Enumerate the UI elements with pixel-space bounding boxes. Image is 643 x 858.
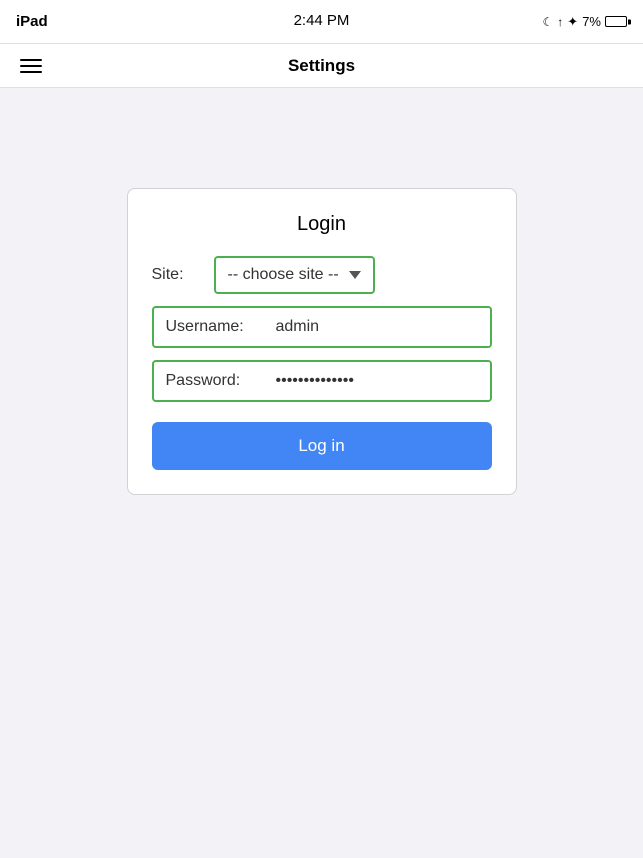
site-label: Site:	[152, 266, 202, 284]
site-select[interactable]: -- choose site --	[214, 256, 375, 294]
status-time: 2:44 PM	[294, 12, 350, 29]
hamburger-line-1	[20, 59, 42, 61]
login-button[interactable]: Log in	[152, 422, 492, 470]
device-name: iPad	[16, 13, 48, 30]
password-label: Password:	[154, 362, 264, 400]
site-select-text: -- choose site --	[228, 266, 339, 284]
battery-percent: 7%	[582, 14, 601, 29]
signal-arrow-icon: ↑	[557, 15, 563, 29]
login-title: Login	[152, 213, 492, 236]
main-content: Login Site: -- choose site -- Username: …	[0, 88, 643, 858]
bluetooth-icon: ✦	[567, 14, 578, 30]
username-label: Username:	[154, 308, 264, 346]
site-row: Site: -- choose site --	[152, 256, 492, 294]
chevron-down-icon	[349, 271, 361, 279]
password-row: Password:	[152, 360, 492, 402]
status-icons: ☾ ↑ ✦ 7%	[543, 14, 627, 30]
page-title: Settings	[288, 56, 355, 76]
hamburger-line-2	[20, 65, 42, 67]
login-card: Login Site: -- choose site -- Username: …	[127, 188, 517, 495]
moon-icon: ☾	[543, 15, 554, 29]
nav-bar: Settings	[0, 44, 643, 88]
hamburger-menu-button[interactable]	[16, 55, 46, 77]
username-row: Username:	[152, 306, 492, 348]
status-bar: iPad 2:44 PM ☾ ↑ ✦ 7%	[0, 0, 643, 44]
hamburger-line-3	[20, 71, 42, 73]
battery-icon	[605, 16, 627, 27]
username-input[interactable]	[264, 308, 492, 346]
password-input[interactable]	[264, 362, 492, 400]
